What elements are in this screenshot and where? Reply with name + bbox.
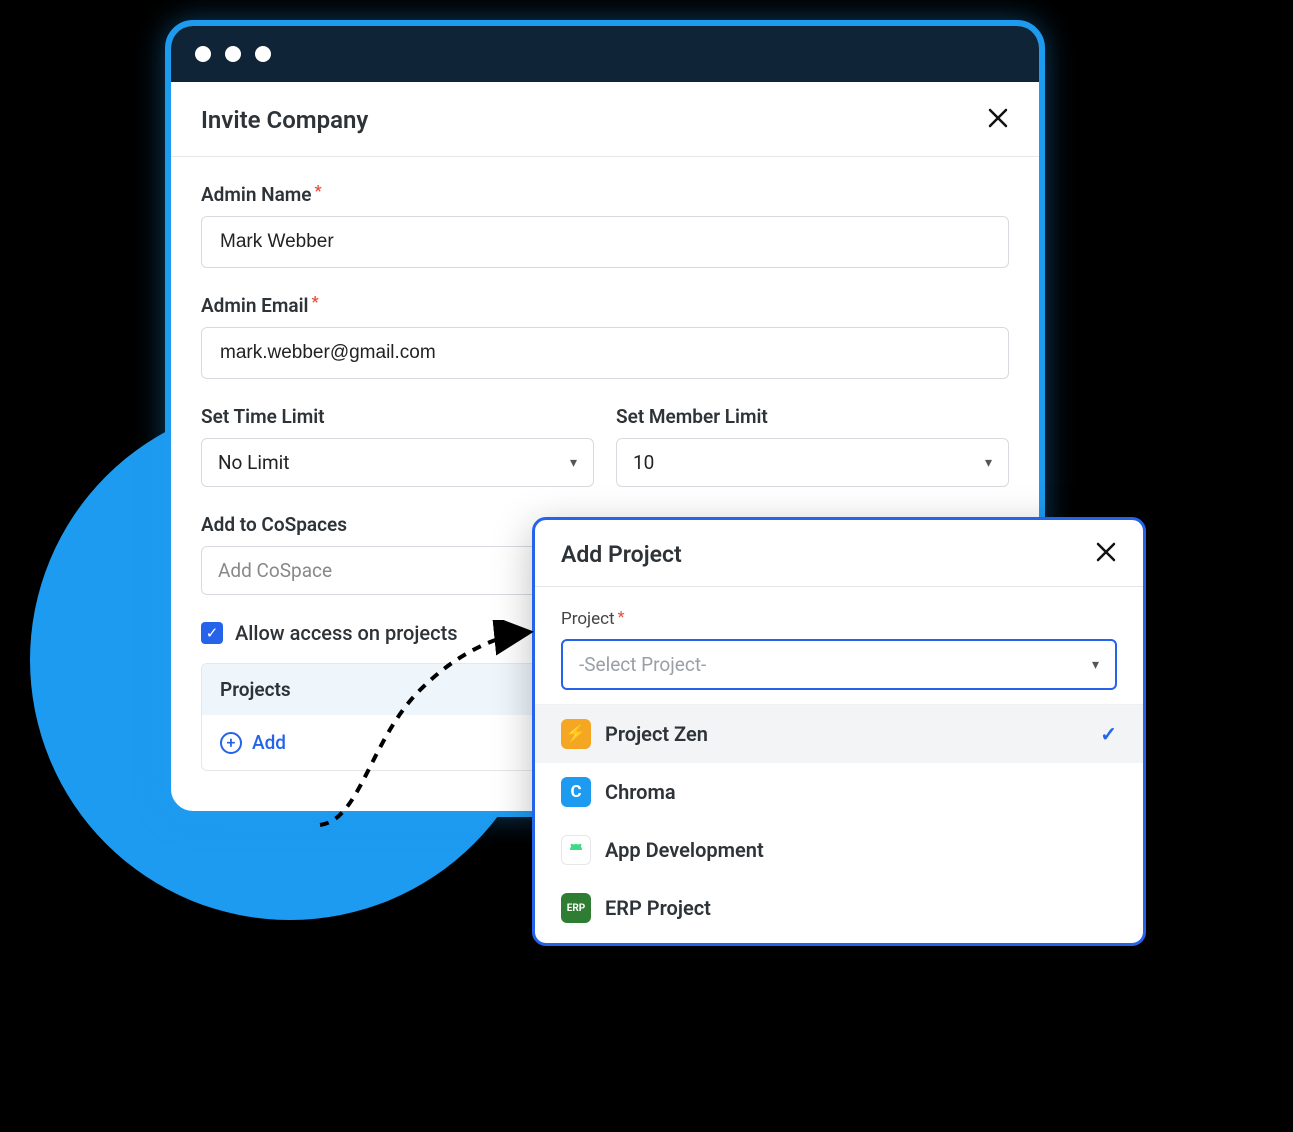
window-titlebar [171,26,1039,82]
member-limit-select[interactable]: 10 ▾ [616,438,1009,487]
option-label: ERP Project [605,896,711,920]
check-icon: ✓ [1100,722,1117,746]
project-icon: C [561,777,591,807]
select-value: No Limit [218,451,289,474]
close-icon[interactable] [987,106,1009,134]
select-placeholder: Add CoSpace [218,559,332,582]
plus-circle-icon: + [220,732,242,754]
required-asterisk: * [311,292,318,311]
option-label: Project Zen [605,722,708,746]
checkbox-checked-icon: ✓ [201,622,223,644]
project-option-app-dev[interactable]: App Development [535,821,1143,879]
member-limit-label: Set Member Limit [616,405,1009,428]
label-text: Project [561,609,615,629]
window-dot [195,46,211,62]
popup-header: Add Project [535,520,1143,587]
project-select[interactable]: -Select Project- ▾ [561,639,1117,690]
modal-title: Invite Company [201,106,368,134]
option-label: Chroma [605,780,676,804]
popup-title: Add Project [561,541,682,568]
admin-name-label: Admin Name* [201,183,1009,206]
chevron-down-icon: ▾ [985,455,992,471]
label-text: Admin Name [201,183,312,206]
add-project-popup: Add Project Project* -Select Project- ▾ … [532,517,1146,946]
time-limit-select[interactable]: No Limit ▾ [201,438,594,487]
option-label: App Development [605,838,764,862]
project-dropdown: ⚡ Project Zen ✓ C Chroma App Development… [535,704,1143,943]
time-limit-label: Set Time Limit [201,405,594,428]
project-option-chroma[interactable]: C Chroma [535,763,1143,821]
project-option-erp[interactable]: ERP ERP Project [535,879,1143,943]
chevron-down-icon: ▾ [1092,657,1099,673]
admin-email-label: Admin Email* [201,294,1009,317]
modal-header: Invite Company [171,82,1039,157]
required-asterisk: * [315,181,322,200]
add-label: Add [252,731,286,754]
required-asterisk: * [618,607,625,626]
project-icon: ⚡ [561,719,591,749]
checkbox-label: Allow access on projects [235,621,458,645]
admin-email-input[interactable] [201,327,1009,379]
admin-name-input[interactable] [201,216,1009,268]
project-label: Project* [561,609,1117,629]
chevron-down-icon: ▾ [570,455,577,471]
project-icon: ERP [561,893,591,923]
project-icon [561,835,591,865]
label-text: Admin Email [201,294,308,317]
project-option-zen[interactable]: ⚡ Project Zen ✓ [535,705,1143,763]
select-value: 10 [633,451,654,474]
select-placeholder: -Select Project- [579,653,706,676]
window-dot [225,46,241,62]
window-dot [255,46,271,62]
close-icon[interactable] [1095,540,1117,568]
